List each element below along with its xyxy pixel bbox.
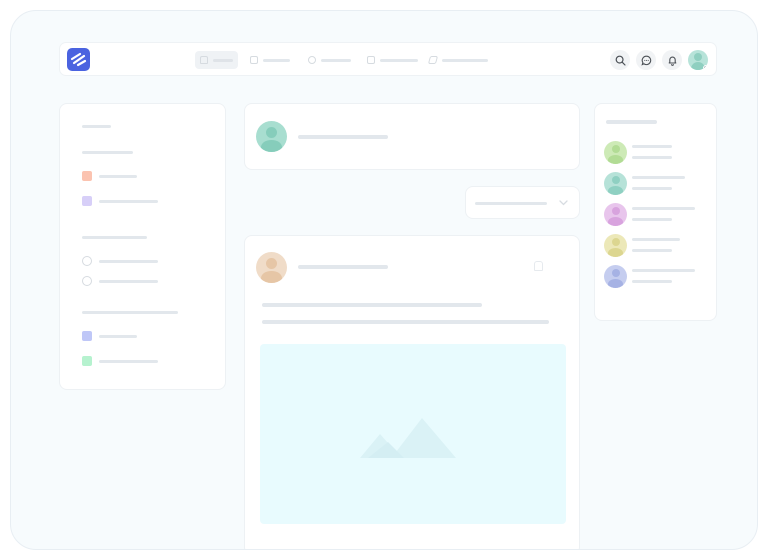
sidebar-item[interactable] <box>82 276 158 286</box>
post-image[interactable] <box>260 344 566 524</box>
sidebar-section-title <box>82 311 178 314</box>
explore-icon <box>308 56 316 64</box>
sidebar-item[interactable] <box>82 171 137 181</box>
status-dot <box>703 65 708 70</box>
post-composer[interactable] <box>244 103 580 170</box>
nav-home[interactable] <box>195 51 238 69</box>
home-icon <box>200 56 208 64</box>
bell-icon <box>668 56 676 66</box>
nav-home-label <box>213 58 233 62</box>
chat-icon <box>640 55 651 66</box>
friend-name <box>632 269 695 272</box>
calendar-icon <box>250 56 258 64</box>
post-text-line <box>262 303 482 307</box>
friend-avatar <box>604 265 627 288</box>
friend-item[interactable] <box>604 141 704 165</box>
left-sidebar <box>59 103 226 390</box>
nav-explore-label <box>321 58 351 62</box>
blue-square-icon <box>82 331 92 341</box>
sidebar-item-label <box>99 359 158 363</box>
friend-avatar <box>604 141 627 164</box>
feed-sort-value <box>475 202 547 205</box>
bookmark-icon[interactable] <box>534 261 543 271</box>
friend-name <box>632 145 672 148</box>
app-logo[interactable] <box>67 48 90 71</box>
friend-name <box>632 238 680 241</box>
right-sidebar-title <box>606 120 657 124</box>
groups-icon <box>367 56 375 64</box>
friend-item[interactable] <box>604 234 704 258</box>
top-navigation-bar <box>59 42 717 76</box>
friend-avatar <box>604 203 627 226</box>
post-author-name <box>298 265 388 269</box>
friend-item[interactable] <box>604 172 704 196</box>
sidebar-item[interactable] <box>82 356 158 366</box>
friend-avatar <box>604 234 627 257</box>
search-icon <box>615 55 626 66</box>
user-icon <box>82 256 92 266</box>
composer-avatar <box>256 121 287 152</box>
sidebar-section-title <box>82 236 147 239</box>
friend-subtitle <box>632 156 672 159</box>
sidebar-item[interactable] <box>82 256 158 266</box>
sidebar-section-title <box>82 151 133 154</box>
topbar-actions <box>610 50 708 70</box>
messages-button[interactable] <box>636 50 656 70</box>
sidebar-item-label <box>99 174 137 178</box>
friend-name <box>632 176 685 179</box>
sidebar-heading <box>82 125 111 128</box>
friend-subtitle <box>632 249 672 252</box>
nav-explore[interactable] <box>308 51 351 69</box>
nav-write-label <box>442 58 488 62</box>
nav-calendar[interactable] <box>250 51 290 69</box>
nav-write[interactable] <box>427 51 488 69</box>
feed-sort-select[interactable] <box>465 186 580 219</box>
sidebar-item[interactable] <box>82 196 158 206</box>
user-icon <box>82 276 92 286</box>
sidebar-item-label <box>99 259 158 263</box>
nav-calendar-label <box>263 58 290 62</box>
friend-subtitle <box>632 280 672 283</box>
feed-post <box>244 235 580 549</box>
notifications-button[interactable] <box>662 50 682 70</box>
friend-subtitle <box>632 218 672 221</box>
purple-square-icon <box>82 196 92 206</box>
post-author-avatar[interactable] <box>256 252 287 283</box>
app-window <box>10 10 758 550</box>
nav-groups-label <box>380 58 418 62</box>
green-square-icon <box>82 356 92 366</box>
edit-icon <box>427 56 439 64</box>
image-placeholder-icon <box>360 418 456 458</box>
orange-square-icon <box>82 171 92 181</box>
friend-subtitle <box>632 187 672 190</box>
search-button[interactable] <box>610 50 630 70</box>
friend-name <box>632 207 695 210</box>
friend-avatar <box>604 172 627 195</box>
sidebar-item[interactable] <box>82 331 137 341</box>
sidebar-item-label <box>99 334 137 338</box>
friend-item[interactable] <box>604 265 704 289</box>
sidebar-item-label <box>99 279 158 283</box>
chevron-down-icon <box>559 200 568 206</box>
nav-groups[interactable] <box>367 51 418 69</box>
friend-item[interactable] <box>604 203 704 227</box>
post-text-line <box>262 320 549 324</box>
profile-avatar[interactable] <box>688 50 708 70</box>
composer-placeholder <box>298 135 388 139</box>
sidebar-item-label <box>99 199 158 203</box>
right-sidebar <box>594 103 717 321</box>
